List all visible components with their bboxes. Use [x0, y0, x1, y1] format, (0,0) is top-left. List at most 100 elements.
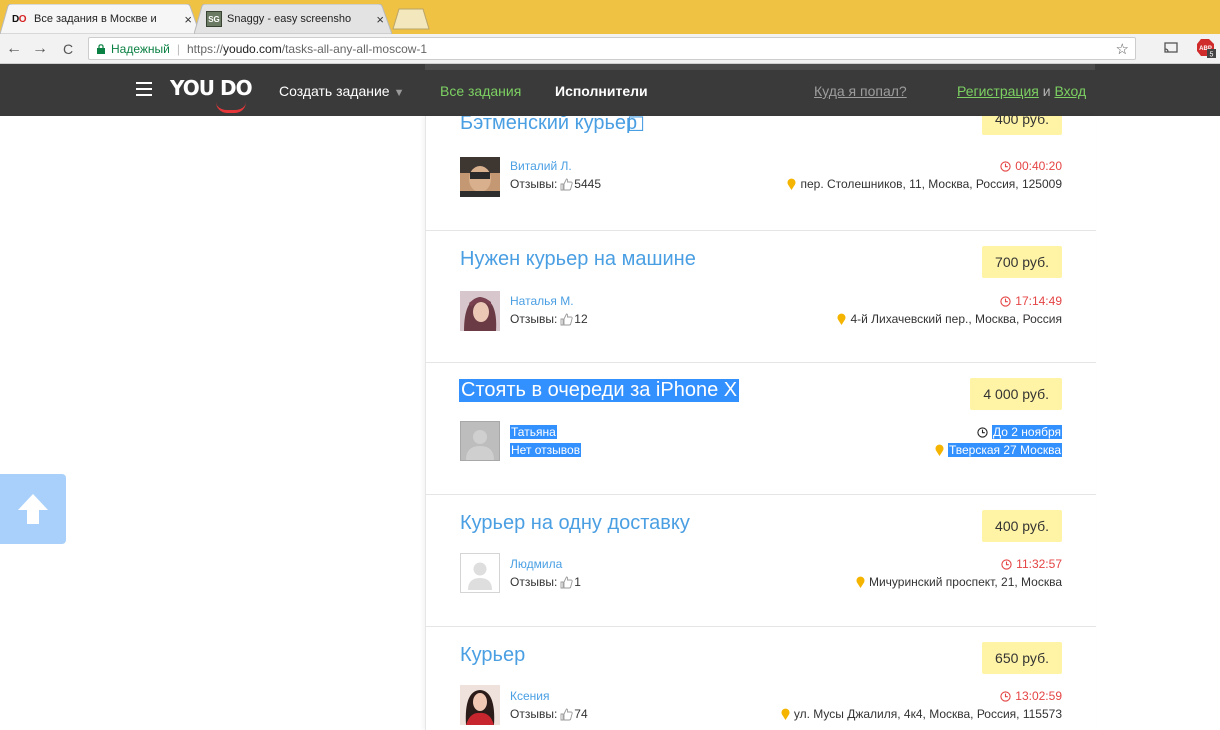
location-pin-icon [935, 444, 944, 456]
reload-button[interactable]: C [58, 39, 78, 59]
site-header: YOU DO Создать задание ▼ Все задания Испо… [0, 64, 1220, 116]
task-card[interactable]: Бэтменский курьер ☐ 400 руб. Виталий Л. О… [426, 116, 1096, 231]
task-price: 4 000 руб. [970, 378, 1062, 410]
user-name[interactable]: Наталья М. [510, 294, 574, 308]
auth-links: Регистрация и Вход [957, 83, 1086, 99]
task-card[interactable]: Курьер 650 руб. Ксения Отзывы: 74 13:02:… [426, 627, 1096, 730]
default-avatar-icon [468, 562, 492, 590]
scroll-to-top-button[interactable] [0, 474, 66, 544]
task-title[interactable]: Курьер [460, 644, 525, 667]
location-pin-icon [781, 708, 790, 720]
reviews: Отзывы: 1 [510, 575, 581, 589]
deadline-value: До 2 ноября [992, 425, 1062, 439]
tab-title: Snaggy - easy screensho [227, 13, 352, 25]
chevron-down-icon: ▼ [393, 87, 405, 99]
thumbs-up-icon [560, 708, 573, 720]
task-card[interactable]: Нужен курьер на машине 700 руб. Наталья … [426, 231, 1096, 363]
youdo-logo[interactable]: YOU DO [170, 76, 253, 113]
url-separator: | [176, 41, 180, 56]
address-text: Мичуринский проспект, 21, Москва [868, 575, 1062, 589]
task-price: 400 руб. [982, 116, 1062, 135]
youdo-favicon-icon: DO [12, 13, 27, 25]
reviews: Отзывы: 12 [510, 312, 588, 326]
cast-icon[interactable] [1163, 40, 1179, 56]
back-button[interactable]: ← [4, 39, 24, 59]
avatar[interactable] [460, 157, 500, 197]
auth-and: и [1042, 83, 1051, 99]
clock-icon [977, 426, 988, 438]
address-text: 4-й Лихачевский пер., Москва, Россия [850, 312, 1062, 326]
address-text: ул. Мусы Джалиля, 4к4, Москва, Россия, 1… [793, 707, 1062, 721]
avatar[interactable] [460, 291, 500, 331]
task-price: 650 руб. [982, 642, 1062, 674]
adblock-plus-icon[interactable]: ABP 5 [1196, 38, 1216, 58]
tab-youdo[interactable]: DO Все задания в Москве и × [0, 4, 200, 34]
location-pin-icon [837, 313, 846, 325]
clock-icon [1000, 160, 1011, 172]
nav-performers[interactable]: Исполнители [555, 83, 648, 99]
browser-tab-strip: DO Все задания в Москве и × SG Snaggy - … [0, 0, 1220, 34]
user-name[interactable]: Татьяна [510, 425, 557, 439]
thumbs-up-icon [560, 313, 573, 325]
user-name[interactable]: Виталий Л. [510, 159, 572, 173]
reviews-count: 12 [574, 312, 588, 326]
new-tab-button[interactable] [392, 8, 430, 30]
create-task-dropdown[interactable]: Создать задание ▼ [279, 83, 404, 99]
lock-icon [97, 43, 105, 54]
task-title[interactable]: Курьер на одну доставку [460, 512, 690, 535]
avatar[interactable] [460, 685, 500, 725]
location-pin-icon [787, 178, 796, 190]
thumbs-up-icon [560, 576, 573, 588]
bookmark-star-icon[interactable]: ☆ [1116, 40, 1129, 58]
close-tab-icon[interactable]: × [184, 12, 192, 27]
reviews-count: 1 [574, 575, 581, 589]
nav-all-tasks[interactable]: Все задания [440, 83, 521, 99]
clock-icon [1000, 295, 1011, 307]
avatar[interactable] [460, 553, 500, 593]
timer-value: 13:02:59 [1015, 689, 1062, 703]
task-address: 4-й Лихачевский пер., Москва, Россия [837, 312, 1062, 326]
timer-value: 00:40:20 [1015, 159, 1062, 173]
reviews-count: 74 [574, 707, 588, 721]
login-link[interactable]: Вход [1054, 83, 1086, 99]
reviews-label: Отзывы: [510, 312, 558, 326]
thumbs-up-icon [560, 178, 573, 190]
reviews-count: 5445 [574, 177, 601, 191]
create-task-label: Создать задание [279, 83, 390, 99]
tab-title: Все задания в Москве и [34, 13, 157, 25]
hamburger-menu-icon[interactable] [136, 82, 152, 96]
task-timer: 11:32:57 [1001, 557, 1062, 571]
close-tab-icon[interactable]: × [376, 12, 384, 27]
user-name[interactable]: Ксения [510, 689, 550, 703]
task-address: Мичуринский проспект, 21, Москва [856, 575, 1062, 589]
reviews: Отзывы: 74 [510, 707, 588, 721]
snaggy-favicon-icon: SG [206, 11, 222, 27]
task-card[interactable]: Курьер на одну доставку 400 руб. Людмила… [426, 495, 1096, 627]
url-input[interactable]: Надежный | https://youdo.com/tasks-all-a… [88, 37, 1136, 60]
logo-smile-icon [216, 102, 246, 113]
avatar[interactable] [460, 421, 500, 461]
url-path: /tasks-all-any-all-moscow-1 [281, 41, 428, 56]
user-name[interactable]: Людмила [510, 557, 562, 571]
task-timer: 00:40:20 [1000, 159, 1062, 173]
nav-where-am-i[interactable]: Куда я попал? [814, 83, 907, 99]
task-title[interactable]: Бэтменский курьер [460, 116, 637, 135]
header-strip [425, 64, 1095, 70]
task-price: 400 руб. [982, 510, 1062, 542]
task-address: Тверская 27 Москва [935, 443, 1062, 457]
timer-value: 17:14:49 [1015, 294, 1062, 308]
url-scheme: https:// [187, 41, 224, 56]
task-card[interactable]: Стоять в очереди за iPhone X 4 000 руб. … [426, 363, 1096, 495]
reviews-label: Отзывы: [510, 707, 558, 721]
task-timer: 13:02:59 [1000, 689, 1062, 703]
tab-snaggy[interactable]: SG Snaggy - easy screensho × [194, 4, 392, 34]
register-link[interactable]: Регистрация [957, 83, 1039, 99]
task-title[interactable]: Стоять в очереди за iPhone X [459, 379, 740, 402]
forward-button[interactable]: → [30, 39, 50, 59]
task-deadline: До 2 ноября [977, 425, 1062, 439]
reviews-label: Нет отзывов [511, 443, 581, 457]
reviews-label: Отзывы: [510, 575, 558, 589]
address-text: Тверская 27 Москва [947, 443, 1062, 457]
task-title[interactable]: Нужен курьер на машине [460, 248, 696, 271]
address-bar: ← → C Надежный | https://youdo.com/tasks… [0, 34, 1220, 64]
